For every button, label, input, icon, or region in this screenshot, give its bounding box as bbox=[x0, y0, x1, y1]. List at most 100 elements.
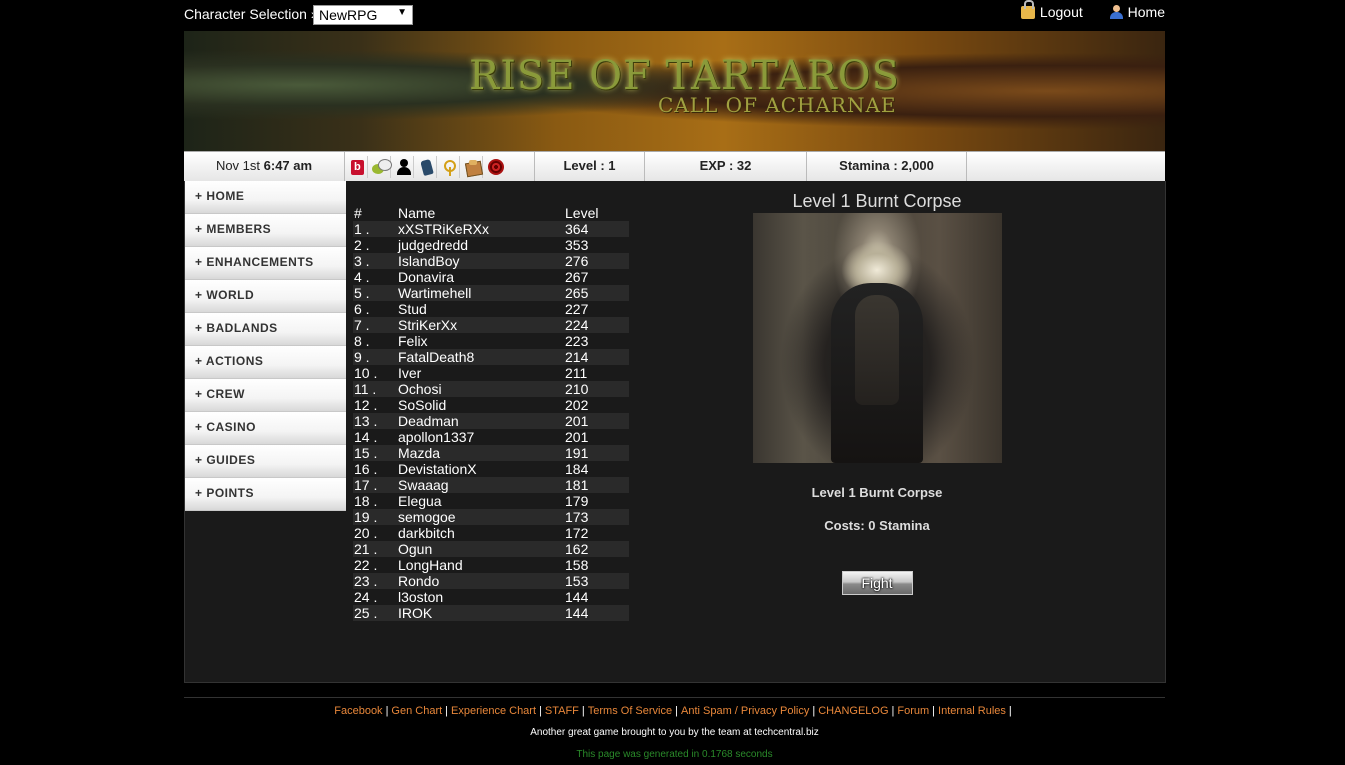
player-name[interactable]: darkbitch bbox=[398, 525, 455, 541]
enemy-name: Level 1 Burnt Corpse bbox=[811, 485, 943, 500]
ranking-row: 24 . l3oston 144 bbox=[353, 589, 629, 605]
home-link[interactable]: Home bbox=[1109, 4, 1165, 20]
ranking-row: 20 . darkbitch 172 bbox=[353, 525, 629, 541]
player-name[interactable]: StriKerXx bbox=[398, 317, 457, 333]
footer-link[interactable]: CHANGELOG bbox=[818, 705, 888, 717]
rank-number: 16 . bbox=[354, 461, 378, 477]
player-name[interactable]: Elegua bbox=[398, 493, 442, 509]
chat-icon[interactable] bbox=[371, 155, 392, 178]
menu-item-enhancements[interactable]: + ENHANCEMENTS bbox=[185, 247, 346, 280]
menu-item-points[interactable]: + POINTS bbox=[185, 478, 346, 511]
header-num: # bbox=[354, 205, 362, 221]
player-name[interactable]: FatalDeath8 bbox=[398, 349, 474, 365]
footer-link[interactable]: Forum bbox=[897, 705, 929, 717]
player-name[interactable]: judgedredd bbox=[398, 237, 468, 253]
rank-number: 17 . bbox=[354, 477, 378, 493]
menu-item-badlands[interactable]: + BADLANDS bbox=[185, 313, 346, 346]
ranking-row: 23 . Rondo 153 bbox=[353, 573, 629, 589]
status-bar: Nov 1st 6:47 am Level : 1 EXP : 32 Stami… bbox=[184, 151, 1165, 182]
rank-number: 10 . bbox=[354, 365, 378, 381]
player-name[interactable]: Ogun bbox=[398, 541, 432, 557]
player-level: 267 bbox=[565, 269, 589, 285]
footer-divider bbox=[184, 697, 1165, 698]
logout-link[interactable]: Logout bbox=[1020, 0, 1083, 20]
fight-button[interactable]: Fight bbox=[841, 571, 913, 595]
character-select[interactable]: NewRPG ▼ bbox=[313, 5, 413, 25]
player-level: 201 bbox=[565, 413, 589, 429]
bottle-icon[interactable] bbox=[417, 155, 437, 178]
enemy-cost: Costs: 0 Stamina bbox=[824, 518, 930, 533]
player-name[interactable]: LongHand bbox=[398, 557, 463, 573]
player-name[interactable]: DevistationX bbox=[398, 461, 477, 477]
player-name[interactable]: Mazda bbox=[398, 445, 440, 461]
footer-separator: | bbox=[675, 705, 678, 717]
player-name[interactable]: Rondo bbox=[398, 573, 439, 589]
player-name[interactable]: xXSTRiKeRXx bbox=[398, 221, 489, 237]
menu-item-members[interactable]: + MEMBERS bbox=[185, 214, 346, 247]
player-name[interactable]: Stud bbox=[398, 301, 427, 317]
player-level: 210 bbox=[565, 381, 589, 397]
ranking-table: # Name Level 1 . xXSTRiKeRXx 364 2 . judgedr… bbox=[353, 205, 629, 621]
menu-item-crew[interactable]: + CREW bbox=[185, 379, 346, 412]
footer-link[interactable]: STAFF bbox=[545, 705, 579, 717]
menu-item-world[interactable]: + WORLD bbox=[185, 280, 346, 313]
rank-number: 5 . bbox=[354, 285, 370, 301]
player-name[interactable]: l3oston bbox=[398, 589, 443, 605]
player-name[interactable]: Deadman bbox=[398, 413, 459, 429]
ranking-row: 3 . IslandBoy 276 bbox=[353, 253, 629, 269]
box-icon[interactable] bbox=[463, 155, 483, 178]
player-name[interactable]: IROK bbox=[398, 605, 432, 621]
player-name[interactable]: SoSolid bbox=[398, 397, 446, 413]
target-icon[interactable] bbox=[486, 156, 506, 178]
enemy-panel: Level 1 Burnt Corpse Level 1 Burnt Corps… bbox=[753, 189, 1002, 595]
ranking-header: # Name Level bbox=[353, 205, 629, 221]
rank-number: 21 . bbox=[354, 541, 378, 557]
header-level: Level bbox=[565, 205, 599, 221]
key-icon[interactable] bbox=[440, 155, 460, 178]
rank-number: 23 . bbox=[354, 573, 378, 589]
player-name[interactable]: Iver bbox=[398, 365, 421, 381]
footer-link[interactable]: Facebook bbox=[334, 705, 382, 717]
person-icon[interactable] bbox=[394, 155, 414, 178]
player-name[interactable]: Felix bbox=[398, 333, 428, 349]
menu-item-home[interactable]: + HOME bbox=[185, 181, 346, 214]
player-level: 364 bbox=[565, 221, 589, 237]
book-icon[interactable] bbox=[348, 153, 368, 181]
lock-icon bbox=[1020, 0, 1035, 19]
menu-item-guides[interactable]: + GUIDES bbox=[185, 445, 346, 478]
footer-link[interactable]: Anti Spam / Privacy Policy bbox=[681, 705, 809, 717]
player-name[interactable]: Donavira bbox=[398, 269, 454, 285]
menu-item-actions[interactable]: + ACTIONS bbox=[185, 346, 346, 379]
player-level: 191 bbox=[565, 445, 589, 461]
player-level: 172 bbox=[565, 525, 589, 541]
footer-link[interactable]: Experience Chart bbox=[451, 705, 536, 717]
footer-credit: Another great game brought to you by the… bbox=[530, 727, 819, 738]
level-stat: Level : 1 bbox=[535, 152, 645, 182]
player-level: 158 bbox=[565, 557, 589, 573]
rank-number: 13 . bbox=[354, 413, 378, 429]
footer-link[interactable]: Internal Rules bbox=[938, 705, 1006, 717]
player-name[interactable]: apollon1337 bbox=[398, 429, 474, 445]
game-date: Nov 1st bbox=[215, 158, 261, 173]
player-level: 153 bbox=[565, 573, 589, 589]
ranking-row: 18 . Elegua 179 bbox=[353, 493, 629, 509]
ranking-row: 9 . FatalDeath8 214 bbox=[353, 349, 629, 365]
home-label: Home bbox=[1127, 4, 1165, 20]
player-name[interactable]: Wartimehell bbox=[398, 285, 471, 301]
menu-item-casino[interactable]: + CASINO bbox=[185, 412, 346, 445]
rank-number: 3 . bbox=[354, 253, 370, 269]
player-level: 184 bbox=[565, 461, 589, 477]
rank-number: 15 . bbox=[354, 445, 378, 461]
footer-link[interactable]: Gen Chart bbox=[391, 705, 442, 717]
player-level: 144 bbox=[565, 605, 589, 621]
player-name[interactable]: Swaaag bbox=[398, 477, 449, 493]
footer-links: Facebook | Gen Chart | Experience Chart | STAF… bbox=[184, 705, 1165, 717]
player-level: 144 bbox=[565, 589, 589, 605]
player-level: 179 bbox=[565, 493, 589, 509]
footer-link[interactable]: Terms Of Service bbox=[588, 705, 672, 717]
player-name[interactable]: Ochosi bbox=[398, 381, 442, 397]
player-name[interactable]: semogoe bbox=[398, 509, 456, 525]
player-level: 211 bbox=[565, 365, 588, 381]
player-name[interactable]: IslandBoy bbox=[398, 253, 459, 269]
player-level: 227 bbox=[565, 301, 589, 317]
